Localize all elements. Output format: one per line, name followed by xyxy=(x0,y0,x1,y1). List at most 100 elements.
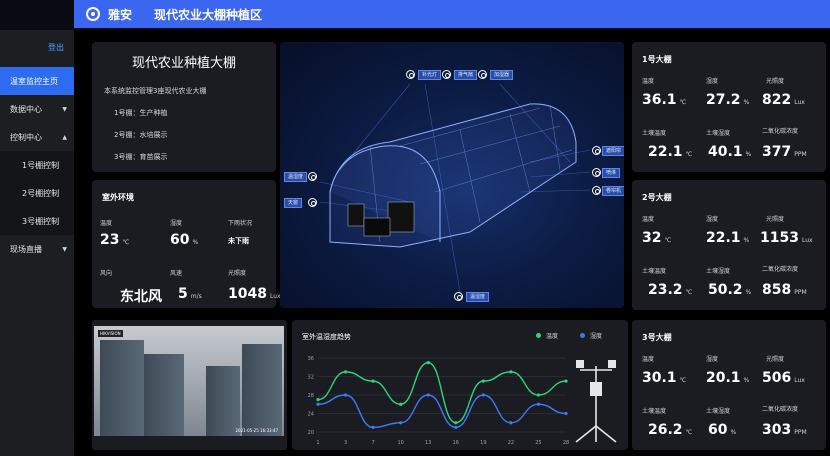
y-tick-label: 36 xyxy=(308,356,314,362)
device-tag[interactable]: 排气扇 xyxy=(454,70,478,80)
device-tag[interactable]: 温湿度 xyxy=(466,292,490,302)
greenhouse-3-panel: 3号大棚 温度 30.1 ℃ 湿度 20.1% 光照度 506 Lux 土壤温度 2… xyxy=(632,320,826,450)
sidebar-nav: 温室监控主页 数据中心 ▼ 控制中心 ▲ 1号棚控制 2号棚控制 3号棚控制 现… xyxy=(0,67,74,263)
device-marker-icon[interactable] xyxy=(406,70,415,79)
co2-value: 858 PPM xyxy=(762,282,807,298)
device-marker-icon[interactable] xyxy=(308,172,317,181)
greenhouse-wireframe xyxy=(319,83,591,293)
x-tick-label: 25 xyxy=(535,440,541,446)
temp-label: 温度 xyxy=(642,78,655,85)
soil-humidity-label: 土壤湿度 xyxy=(706,130,731,137)
greenhouse-2-panel: 2号大棚 温度 32 ℃ 湿度 22.1% 光照度 1153 Lux 土壤温度 23… xyxy=(632,180,826,310)
rain-label: 下雨状况 xyxy=(228,220,253,227)
panel-title: 1号大棚 xyxy=(642,55,672,64)
panel-title: 2号大棚 xyxy=(642,193,672,202)
sidebar-item-label: 现场直播 xyxy=(10,244,42,254)
x-tick-label: 1 xyxy=(316,440,319,446)
humidity-value: 60% xyxy=(170,232,199,248)
chevron-down-icon: ▼ xyxy=(62,245,67,253)
y-tick-label: 28 xyxy=(308,393,314,399)
sidebar-item-shed3-control[interactable]: 3号棚控制 xyxy=(0,207,74,235)
wind-speed-value: 5 m/s xyxy=(178,286,202,302)
logout-link[interactable]: 登出 xyxy=(48,42,64,53)
temp-value: 23 ℃ xyxy=(100,232,130,248)
data-point xyxy=(371,379,375,383)
camera-brand: HIKVISION xyxy=(98,330,123,337)
device-tag[interactable]: 温湿度 xyxy=(284,172,308,182)
sidebar-item-shed1-control[interactable]: 1号棚控制 xyxy=(0,151,74,179)
intro-panel: 现代农业种植大棚 本系统监控管理3座现代农业大棚 1号棚：生产种植 2号棚：水培… xyxy=(92,42,276,172)
device-tag[interactable]: 天窗 xyxy=(284,198,303,208)
header-bar: 雅安 现代农业大棚种植区 xyxy=(74,0,830,28)
soil-temp-value: 26.2 ℃ xyxy=(648,422,693,438)
device-marker-icon[interactable] xyxy=(454,292,463,301)
device-tag[interactable]: 加湿器 xyxy=(490,70,514,80)
temp-value: 30.1 ℃ xyxy=(642,370,687,386)
device-marker-icon[interactable] xyxy=(308,198,317,207)
soil-temp-value: 22.1 ℃ xyxy=(648,144,693,160)
light-value: 822 Lux xyxy=(762,92,805,108)
y-tick-label: 20 xyxy=(308,430,314,436)
wind-direction-label: 风向 xyxy=(100,270,113,277)
x-tick-label: 3 xyxy=(344,440,347,446)
data-point xyxy=(343,393,348,397)
sidebar-item-shed2-control[interactable]: 2号棚控制 xyxy=(0,179,74,207)
soil-humidity-value: 60% xyxy=(708,422,737,438)
temp-label: 温度 xyxy=(642,216,655,223)
camera-feed[interactable]: HIKVISION 2021-05-25 16:33:47 xyxy=(94,326,284,436)
sidebar-item-data-center[interactable]: 数据中心 ▼ xyxy=(0,95,74,123)
data-point xyxy=(316,398,320,402)
x-tick-label: 22 xyxy=(508,440,514,446)
device-marker-icon[interactable] xyxy=(592,146,601,155)
chart-title: 室外温湿度趋势 xyxy=(302,333,351,341)
legend-item[interactable]: 温度 xyxy=(536,331,558,340)
camera-timestamp: 2021-05-25 16:33:47 xyxy=(235,428,278,433)
sidebar-item-label: 控制中心 xyxy=(10,132,42,142)
data-point xyxy=(454,425,458,429)
light-label: 光照度 xyxy=(766,216,785,223)
data-point xyxy=(426,361,430,365)
data-point xyxy=(536,393,541,397)
soil-temp-label: 土壤温度 xyxy=(642,130,667,137)
top-bar: 雅安 现代农业大棚种植区 xyxy=(0,0,830,30)
co2-label: 二氧化碳浓度 xyxy=(762,266,799,273)
co2-label: 二氧化碳浓度 xyxy=(762,406,799,413)
sidebar-item-label: 1号棚控制 xyxy=(22,160,60,170)
device-marker-icon[interactable] xyxy=(592,168,601,177)
light-label: 光照度 xyxy=(766,356,785,363)
data-point xyxy=(399,421,403,425)
building-shape xyxy=(100,340,144,436)
legend-dot xyxy=(580,333,585,338)
humidity-value: 27.2% xyxy=(706,92,750,108)
sidebar-item-live[interactable]: 现场直播 ▼ xyxy=(0,235,74,263)
app-name: 雅安 xyxy=(108,7,133,22)
soil-temp-label: 土壤温度 xyxy=(642,408,667,415)
sidebar-item-control-center[interactable]: 控制中心 ▲ xyxy=(0,123,74,151)
humidity-label: 湿度 xyxy=(706,78,719,85)
greenhouse-1-panel: 1号大棚 温度 36.1 ℃ 湿度 27.2% 光照度 822 Lux 土壤温度 2… xyxy=(632,42,826,172)
x-tick-label: 16 xyxy=(453,440,459,446)
device-marker-icon[interactable] xyxy=(478,70,487,79)
light-value: 1048 Lux xyxy=(228,286,281,302)
device-tag[interactable]: 喷淋 xyxy=(602,168,621,178)
device-marker-icon[interactable] xyxy=(592,186,601,195)
sidebar-item-home[interactable]: 温室监控主页 xyxy=(0,67,74,95)
device-marker-icon[interactable] xyxy=(442,70,451,79)
x-tick-label: 10 xyxy=(397,440,403,446)
device-tag[interactable]: 遮阳帘 xyxy=(602,146,624,156)
y-tick-label: 32 xyxy=(308,375,314,381)
legend-item[interactable]: 湿度 xyxy=(580,331,602,340)
soil-humidity-label: 土壤湿度 xyxy=(706,268,731,275)
humidity-value: 20.1% xyxy=(706,370,750,386)
data-point xyxy=(343,370,348,374)
chevron-up-icon: ▲ xyxy=(62,133,67,141)
rain-value: 未下雨 xyxy=(228,237,249,245)
humidity-value: 22.1% xyxy=(706,230,750,246)
sidebar-item-label: 温室监控主页 xyxy=(10,76,58,86)
x-tick-label: 7 xyxy=(372,440,375,446)
light-label: 光照度 xyxy=(766,78,785,85)
legend-label: 温度 xyxy=(546,333,559,340)
device-tag[interactable]: 补光灯 xyxy=(418,70,442,80)
sidebar-item-label: 数据中心 xyxy=(10,104,42,114)
device-tag[interactable]: 卷帘机 xyxy=(602,186,624,196)
